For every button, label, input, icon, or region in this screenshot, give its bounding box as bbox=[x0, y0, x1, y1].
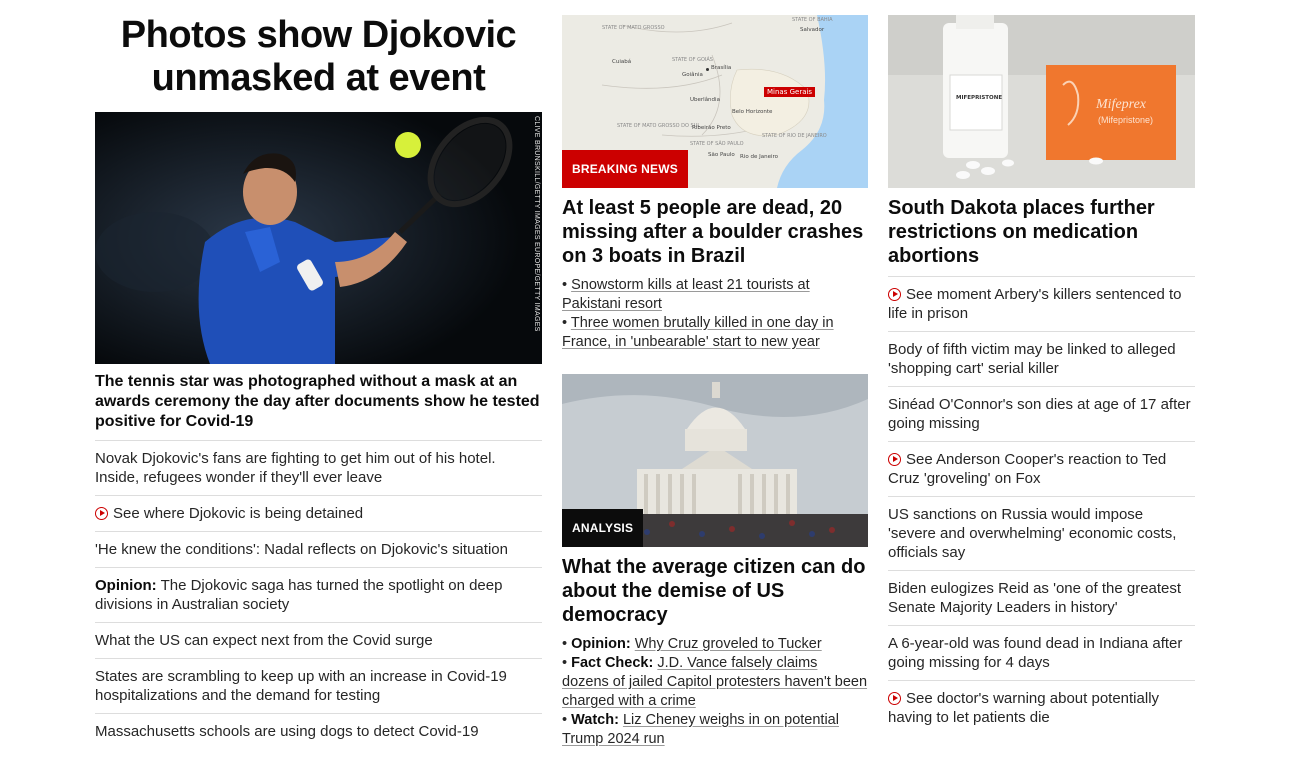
south-dakota-headline[interactable]: South Dakota places further restrictions… bbox=[888, 196, 1195, 268]
story-link[interactable]: Three women brutally killed in one day i… bbox=[562, 315, 834, 350]
bullet-item: • Snowstorm kills at least 21 tourists a… bbox=[562, 277, 810, 312]
list-item: Massachusetts schools are using dogs to … bbox=[95, 713, 542, 749]
right-links-list: See moment Arbery's killers sentenced to… bbox=[888, 276, 1195, 735]
pill-illustration bbox=[888, 15, 1195, 188]
breaking-news-badge: BREAKING NEWS bbox=[562, 150, 688, 188]
city-label: Salvador bbox=[800, 27, 825, 33]
list-item: 'He knew the conditions': Nadal reflects… bbox=[95, 531, 542, 567]
city-label: Brasília bbox=[711, 65, 732, 71]
story-link[interactable]: Snowstorm kills at least 21 tourists at … bbox=[562, 277, 810, 312]
story-link[interactable]: Why Cruz groveled to Tucker bbox=[635, 636, 822, 652]
list-item: What the US can expect next from the Cov… bbox=[95, 622, 542, 658]
list-item: States are scrambling to keep up with an… bbox=[95, 658, 542, 713]
list-item: Opinion: The Djokovic saga has turned th… bbox=[95, 567, 542, 622]
state-label: STATE OF SÃO PAULO bbox=[690, 141, 744, 147]
story-link[interactable]: What the US can expect next from the Cov… bbox=[95, 632, 433, 649]
middle-column: STATE OF MATO GROSSO STATE OF GOIÁS STAT… bbox=[562, 0, 868, 749]
state-label: STATE OF MATO GROSSO bbox=[602, 25, 665, 31]
play-video-icon bbox=[888, 692, 901, 705]
city-label: Cuiabá bbox=[612, 59, 632, 65]
opinion-label: Opinion: bbox=[95, 577, 157, 594]
story-link[interactable]: The Djokovic saga has turned the spotlig… bbox=[95, 577, 502, 613]
city-label: Rio de Janeiro bbox=[740, 154, 778, 160]
watch-label: Watch: bbox=[571, 712, 619, 728]
state-label: STATE OF RIO DE JANEIRO bbox=[762, 133, 827, 139]
story-link[interactable]: Novak Djokovic's fans are fighting to ge… bbox=[95, 450, 496, 486]
democracy-headline[interactable]: What the average citizen can do about th… bbox=[562, 555, 868, 627]
list-item: Sinéad O'Connor's son dies at age of 17 … bbox=[888, 386, 1195, 441]
list-item: See Anderson Cooper's reaction to Ted Cr… bbox=[888, 441, 1195, 496]
play-video-icon bbox=[888, 288, 901, 301]
city-label: Goiânia bbox=[682, 72, 703, 78]
video-link[interactable]: See moment Arbery's killers sentenced to… bbox=[888, 286, 1182, 322]
lead-story-column: Photos show Djokovic unmasked at event C… bbox=[95, 0, 542, 749]
bottle-label: MIFEPRISTONE bbox=[956, 95, 1003, 101]
play-video-icon bbox=[888, 453, 901, 466]
right-column: MIFEPRISTONE Mifeprex (Mifepristone) Sou… bbox=[888, 0, 1195, 735]
bullet-item: • Fact Check: J.D. Vance falsely claims … bbox=[562, 655, 868, 709]
brazil-map-image[interactable]: STATE OF MATO GROSSO STATE OF GOIÁS STAT… bbox=[562, 15, 868, 188]
box-brand-label: Mifeprex bbox=[1096, 97, 1147, 112]
story-link[interactable]: US sanctions on Russia would impose 'sev… bbox=[888, 506, 1176, 561]
list-item: See doctor's warning about potentially h… bbox=[888, 680, 1195, 735]
story-link[interactable]: Biden eulogizes Reid as 'one of the grea… bbox=[888, 580, 1181, 616]
video-link[interactable]: See where Djokovic is being detained bbox=[113, 505, 363, 522]
story-link[interactable]: Massachusetts schools are using dogs to … bbox=[95, 723, 479, 740]
story-link[interactable]: 'He knew the conditions': Nadal reflects… bbox=[95, 541, 508, 558]
capitol-image[interactable]: ANALYSIS bbox=[562, 374, 868, 547]
story-link[interactable]: Body of fifth victim may be linked to al… bbox=[888, 341, 1176, 377]
play-video-icon bbox=[95, 507, 108, 520]
analysis-badge: ANALYSIS bbox=[562, 509, 644, 547]
state-label: STATE OF BAHIA bbox=[792, 17, 833, 23]
list-item: US sanctions on Russia would impose 'sev… bbox=[888, 496, 1195, 570]
box-sub-label: (Mifepristone) bbox=[1098, 115, 1154, 125]
djokovic-illustration bbox=[95, 112, 542, 364]
video-link[interactable]: See doctor's warning about potentially h… bbox=[888, 690, 1159, 726]
fact-check-label: Fact Check: bbox=[571, 655, 654, 671]
mifepristone-image[interactable]: MIFEPRISTONE Mifeprex (Mifepristone) bbox=[888, 15, 1195, 188]
photo-credit: CLIVE BRUNSKILL/GETTY IMAGES EUROPE/GETT… bbox=[533, 116, 540, 332]
state-label: STATE OF MATO GROSSO DO SUL bbox=[617, 123, 701, 129]
lead-caption-link[interactable]: The tennis star was photographed without… bbox=[95, 372, 542, 432]
city-label: Uberlândia bbox=[690, 97, 720, 103]
city-label: Ribeirão Preto bbox=[692, 125, 731, 131]
djokovic-photo[interactable]: CLIVE BRUNSKILL/GETTY IMAGES EUROPE/GETT… bbox=[95, 112, 542, 364]
list-item: A 6-year-old was found dead in Indiana a… bbox=[888, 625, 1195, 680]
highlight-region-label: Minas Gerais bbox=[764, 87, 816, 97]
related-links-list: Novak Djokovic's fans are fighting to ge… bbox=[95, 440, 542, 749]
bullet-item: • Opinion: Why Cruz groveled to Tucker bbox=[562, 636, 822, 652]
brazil-headline[interactable]: At least 5 people are dead, 20 missing a… bbox=[562, 196, 868, 268]
city-label: Belo Horizonte bbox=[732, 109, 773, 115]
story-link[interactable]: Sinéad O'Connor's son dies at age of 17 … bbox=[888, 396, 1191, 432]
bullet-item: • Three women brutally killed in one day… bbox=[562, 315, 834, 350]
opinion-label: Opinion: bbox=[571, 636, 631, 652]
democracy-related-bullets: • Opinion: Why Cruz groveled to Tucker •… bbox=[562, 635, 868, 749]
state-label: STATE OF GOIÁS bbox=[672, 57, 713, 63]
list-item: See moment Arbery's killers sentenced to… bbox=[888, 276, 1195, 331]
story-link[interactable]: A 6-year-old was found dead in Indiana a… bbox=[888, 635, 1182, 671]
list-item: Body of fifth victim may be linked to al… bbox=[888, 331, 1195, 386]
city-label: São Paulo bbox=[708, 152, 735, 158]
list-item: Biden eulogizes Reid as 'one of the grea… bbox=[888, 570, 1195, 625]
bullet-item: • Watch: Liz Cheney weighs in on potenti… bbox=[562, 712, 839, 747]
list-item: Novak Djokovic's fans are fighting to ge… bbox=[95, 440, 542, 495]
city-dot bbox=[706, 68, 709, 71]
story-link[interactable]: States are scrambling to keep up with an… bbox=[95, 668, 507, 704]
lead-headline[interactable]: Photos show Djokovic unmasked at event bbox=[95, 14, 542, 100]
list-item: See where Djokovic is being detained bbox=[95, 495, 542, 531]
brazil-related-bullets: • Snowstorm kills at least 21 tourists a… bbox=[562, 276, 868, 352]
video-link[interactable]: See Anderson Cooper's reaction to Ted Cr… bbox=[888, 451, 1166, 487]
